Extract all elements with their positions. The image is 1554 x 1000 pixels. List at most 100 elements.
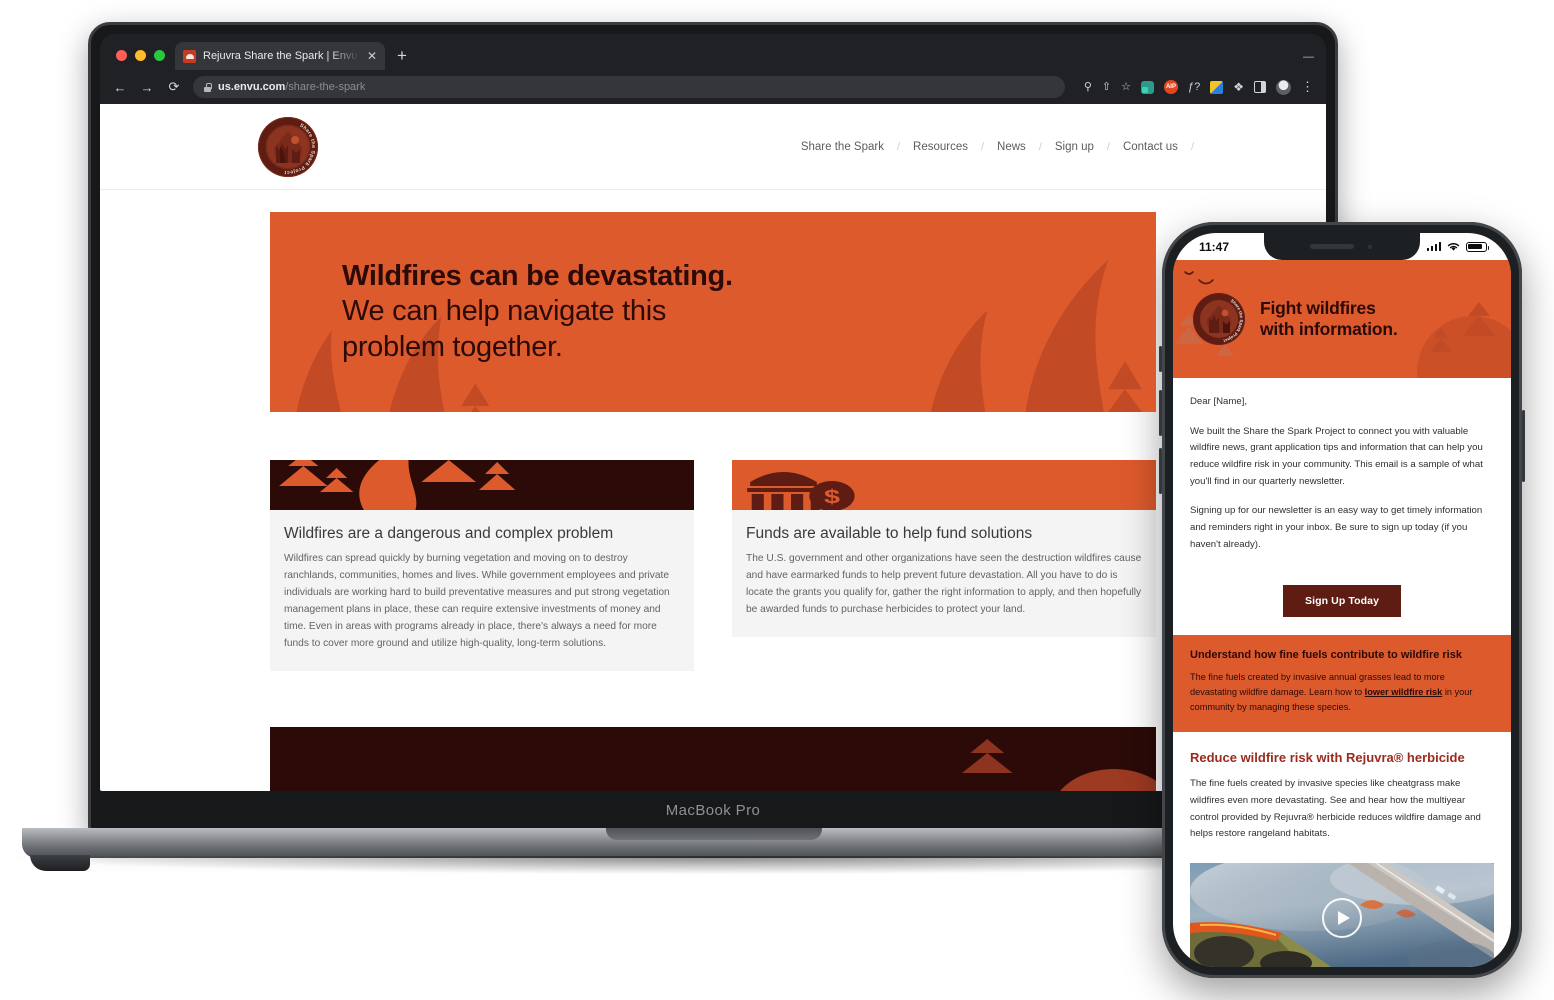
card-body: Funds are available to help fund solutio… [732,510,1156,637]
window-traffic-lights[interactable] [108,50,175,70]
extension-teal-icon[interactable] [1140,80,1154,94]
card-title: Funds are available to help fund solutio… [746,525,1033,542]
phone-screen: 11:47 Share the Spark Project Fight wild… [1173,233,1511,967]
site-header: Share the Spark Project Partnering for w… [100,104,1326,190]
toolbar-icon-group: ⚲ ⇧ ☆ AIP ƒ? ❖ ⋮ [1076,79,1314,95]
maximize-window-button[interactable] [154,50,165,61]
extension-aip-icon[interactable]: AIP [1163,80,1178,94]
browser-toolbar: ← → ⟳ us.envu.com/share-the-spark ⚲ ⇧ ☆ … [100,70,1326,104]
band-text: The fine fuels created by invasive annua… [1190,670,1494,716]
envu-favicon [183,49,196,63]
phone-frame: 11:47 Share the Spark Project Fight wild… [1159,222,1525,978]
volume-down-button[interactable] [1159,448,1162,494]
hero-headline-line3: problem together. [342,330,563,363]
hero-headline-line1: Wildfires can be devastating. [342,259,733,292]
government-funding-art: $ [732,460,1156,510]
extension-colorful-icon[interactable] [1210,80,1224,94]
status-time: 11:47 [1199,239,1230,254]
card-wildfires-dangerous: Wildfires are a dangerous and complex pr… [270,460,694,671]
band-title: Understand how fine fuels contribute to … [1190,648,1462,661]
email-paragraph-1: We built the Share the Spark Project to … [1190,425,1483,487]
email-paragraph-2: Signing up for our newsletter is an easy… [1190,505,1483,550]
new-tab-button[interactable]: + [397,46,407,66]
power-button[interactable] [1522,410,1525,482]
nav-item-resources[interactable]: Resources [900,141,981,153]
cellular-signal-icon [1426,242,1441,251]
status-indicators [1426,241,1490,252]
side-panel-icon[interactable] [1254,81,1266,93]
laptop-model-label: MacBook Pro [665,801,761,819]
site-navigation: Share the Spark / Resources / News / Sig… [788,141,1312,153]
laptop-base-notch [606,828,822,840]
minimize-window-button[interactable] [135,50,146,61]
browser-tab-strip: Rejuvra Share the Spark | Envu ✕ + — [100,34,1326,70]
nav-item-news[interactable]: News [984,141,1039,153]
email-greeting: Dear [Name], [1190,396,1248,407]
card-funds-available: $ Funds are available to help fund solut… [732,460,1156,637]
hero-headline-line2: We can help navigate this [342,295,667,328]
chrome-browser-window: Rejuvra Share the Spark | Envu ✕ + — ← →… [100,34,1326,791]
hero-banner: Wildfires can be devastating. We can hel… [270,212,1156,412]
card-text: The U.S. government and other organizati… [746,553,1142,615]
window-menu-icon[interactable]: — [1303,51,1314,63]
browser-tab[interactable]: Rejuvra Share the Spark | Envu ✕ [175,42,385,70]
close-window-button[interactable] [116,50,127,61]
share-the-spark-logo[interactable]: Share the Spark Project Partnering for w… [258,116,318,177]
lock-icon [204,82,212,92]
sign-up-today-button[interactable]: Sign Up Today [1282,584,1402,617]
feature-cards: Wildfires are a dangerous and complex pr… [270,460,1156,671]
profile-avatar[interactable] [1276,79,1291,95]
email-hero-line1: Fight wildfires [1260,297,1376,318]
page-content: Wildfires can be devastating. We can hel… [100,190,1326,791]
extension-js-icon[interactable]: ƒ? [1188,81,1200,93]
email-body: Dear [Name], We built the Share the Spar… [1173,378,1511,581]
macbook-pro-device: Rejuvra Share the Spark | Envu ✕ + — ← →… [88,22,1338,832]
search-icon[interactable]: ⚲ [1084,81,1092,93]
bookmark-star-icon[interactable]: ☆ [1121,81,1131,93]
address-bar[interactable]: us.envu.com/share-the-spark [193,76,1065,98]
footer-dark-band [270,726,1156,791]
url-domain: us.envu.com [218,81,286,93]
back-button[interactable]: ← [112,80,128,95]
card-text: Wildfires can spread quickly by burning … [284,553,670,649]
card-body: Wildfires are a dangerous and complex pr… [270,510,694,671]
nav-item-contact-us[interactable]: Contact us [1110,141,1191,153]
laptop-screen: Rejuvra Share the Spark | Envu ✕ + — ← →… [100,34,1326,791]
reload-button[interactable]: ⟳ [166,79,182,95]
card-title: Wildfires are a dangerous and complex pr… [284,525,614,542]
nav-separator: / [1190,140,1194,153]
wifi-icon [1447,243,1460,251]
lower-wildfire-risk-link[interactable]: lower wildfire risk [1365,687,1443,697]
email-hero-headline: Fight wildfires with information. [1260,298,1398,341]
laptop-foot [30,855,90,871]
tab-title: Rejuvra Share the Spark | Envu [203,50,358,62]
forest-trees-art [270,460,694,510]
chrome-menu-kebab[interactable]: ⋮ [1301,79,1314,95]
cta-container: Sign Up Today [1173,581,1511,635]
nav-item-share-the-spark[interactable]: Share the Spark [788,141,897,153]
rejuvra-section: Reduce wildfire risk with Rejuvra® herbi… [1173,732,1511,858]
phone-status-bar: 11:47 [1173,233,1511,260]
page-viewport: Share the Spark Project Partnering for w… [100,104,1326,791]
nav-item-sign-up[interactable]: Sign up [1042,141,1107,153]
share-the-spark-logo-email: Share the Spark Project Partnering for w… [1193,293,1245,345]
rejuvra-title: Reduce wildfire risk with Rejuvra® herbi… [1190,749,1465,765]
forward-button[interactable]: → [139,80,155,95]
url-text: us.envu.com/share-the-spark [218,81,365,93]
url-path: /share-the-spark [285,81,366,93]
extensions-puzzle-icon[interactable]: ❖ [1233,80,1244,94]
iphone-device: 11:47 Share the Spark Project Fight wild… [1159,222,1525,978]
battery-icon [1466,241,1490,252]
close-tab-button[interactable]: ✕ [367,50,377,62]
email-hero-line2: with information. [1260,319,1398,339]
volume-up-button[interactable] [1159,390,1162,436]
svg-text:$: $ [824,487,841,508]
wildfire-video-thumbnail[interactable] [1190,863,1494,967]
share-icon[interactable]: ⇧ [1102,81,1111,93]
laptop-chin: MacBook Pro [91,791,1335,829]
rejuvra-text: The fine fuels created by invasive speci… [1190,777,1481,840]
email-preview: Share the Spark Project Partnering for w… [1173,260,1511,967]
fine-fuels-band: Understand how fine fuels contribute to … [1173,634,1511,732]
hero-headline: Wildfires can be devastating. We can hel… [270,259,733,365]
mute-switch-button[interactable] [1159,346,1162,372]
